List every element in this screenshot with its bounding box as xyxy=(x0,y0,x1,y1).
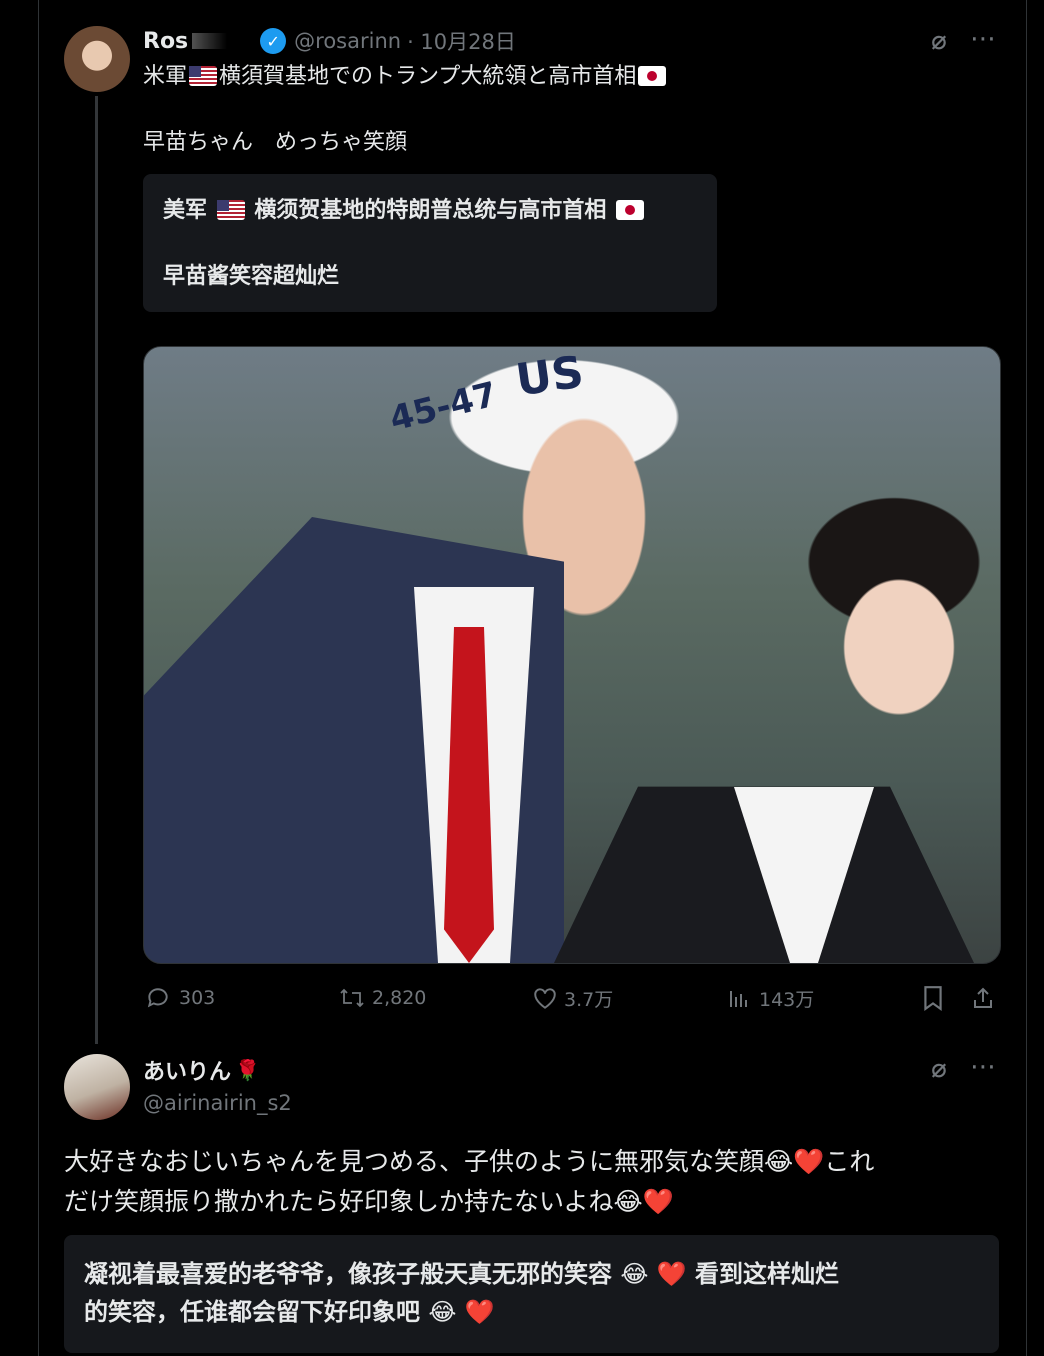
retweet-icon xyxy=(338,985,366,1011)
tweet-date[interactable]: · 10月28日 xyxy=(407,26,516,56)
retweet-count: 2,820 xyxy=(372,987,427,1009)
reply-author-name[interactable]: あいりん xyxy=(143,1054,231,1086)
japan-flag-icon xyxy=(638,66,667,86)
japan-flag-icon xyxy=(616,200,645,220)
timeline-right-border xyxy=(1026,0,1027,1356)
views-action[interactable]: 143万 xyxy=(727,982,814,1014)
text-segment: 横须贺基地的特朗普总统与高市首相 xyxy=(254,198,607,223)
reply-action[interactable]: 303 xyxy=(145,982,215,1014)
us-flag-icon xyxy=(216,200,245,220)
grok-icon[interactable]: ⌀ xyxy=(922,24,956,58)
more-icon[interactable]: ⋯ xyxy=(966,22,1000,56)
views-count: 143万 xyxy=(759,988,815,1011)
reply-icon xyxy=(145,985,171,1011)
more-icon[interactable]: ⋯ xyxy=(966,1050,1000,1084)
tweet-photo[interactable]: 45-47 US xyxy=(143,346,1001,964)
cap-text: US xyxy=(512,346,587,407)
author-name[interactable]: Ros xyxy=(143,29,188,54)
text-segment: 横須賀基地でのトランプ大統領と高市首相 xyxy=(219,64,637,89)
text-segment: 美军 xyxy=(163,198,208,223)
reply-text-line-1: 大好きなおじいちゃんを見つめる、子供のように無邪気な笑顔😂❤️これ xyxy=(64,1147,875,1176)
tweet-header: Ros ✓ @rosarinn · 10月28日 xyxy=(143,26,516,56)
translation-line-2: 早苗酱笑容超灿烂 xyxy=(163,264,340,289)
bookmark-icon[interactable] xyxy=(916,981,950,1015)
author-handle[interactable]: @rosarinn xyxy=(294,29,401,53)
grok-icon[interactable]: ⌀ xyxy=(922,1052,956,1086)
reply-translation-line-2: 的笑容，任谁都会留下好印象吧 😂 ❤️ xyxy=(84,1298,495,1326)
rose-icon: 🌹 xyxy=(235,1058,260,1082)
like-action[interactable]: 3.7万 xyxy=(532,982,613,1014)
thread-connector-line xyxy=(95,96,98,1044)
cap-text: 45-47 xyxy=(385,374,501,440)
reply-handle-row: @airinairin_s2 xyxy=(143,1088,292,1118)
translation-line-1: 美军 横须贺基地的特朗普总统与高市首相 xyxy=(163,194,646,228)
translation-box: 美军 横须贺基地的特朗普总统与高市首相 早苗酱笑容超灿烂 xyxy=(143,174,717,312)
tweet-text-line-1: 米軍 横須賀基地でのトランプ大統領と高市首相 xyxy=(143,60,668,94)
timeline-left-border xyxy=(38,0,39,1356)
reply-text-line-2: だけ笑顔振り撒かれたら好印象しか持たないよね😂❤️ xyxy=(64,1187,674,1216)
tweet-text-line-2: 早苗ちゃん めっちゃ笑顔 xyxy=(143,130,408,155)
avatar[interactable] xyxy=(64,26,130,92)
reply-count: 303 xyxy=(179,987,216,1009)
reply-translation-line-1: 凝视着最喜爱的老爷爷，像孩子般天真无邪的笑容 😂 ❤️ 看到这样灿烂 xyxy=(84,1260,839,1288)
reply-author-handle[interactable]: @airinairin_s2 xyxy=(143,1091,292,1115)
like-icon xyxy=(532,986,558,1010)
text-segment: 米軍 xyxy=(143,64,188,89)
us-flag-icon xyxy=(189,66,218,86)
avatar[interactable] xyxy=(64,1054,130,1120)
views-icon xyxy=(727,986,751,1010)
reply-translation-box: 凝视着最喜爱的老爷爷，像孩子般天真无邪的笑容 😂 ❤️ 看到这样灿烂 的笑容，任… xyxy=(64,1235,999,1353)
share-icon[interactable] xyxy=(966,981,1000,1015)
blurred-name-part xyxy=(192,33,243,49)
reply-header: あいりん 🌹 xyxy=(143,1054,260,1086)
like-count: 3.7万 xyxy=(564,988,614,1011)
retweet-action[interactable]: 2,820 xyxy=(338,982,426,1014)
verified-icon[interactable]: ✓ xyxy=(260,28,287,54)
